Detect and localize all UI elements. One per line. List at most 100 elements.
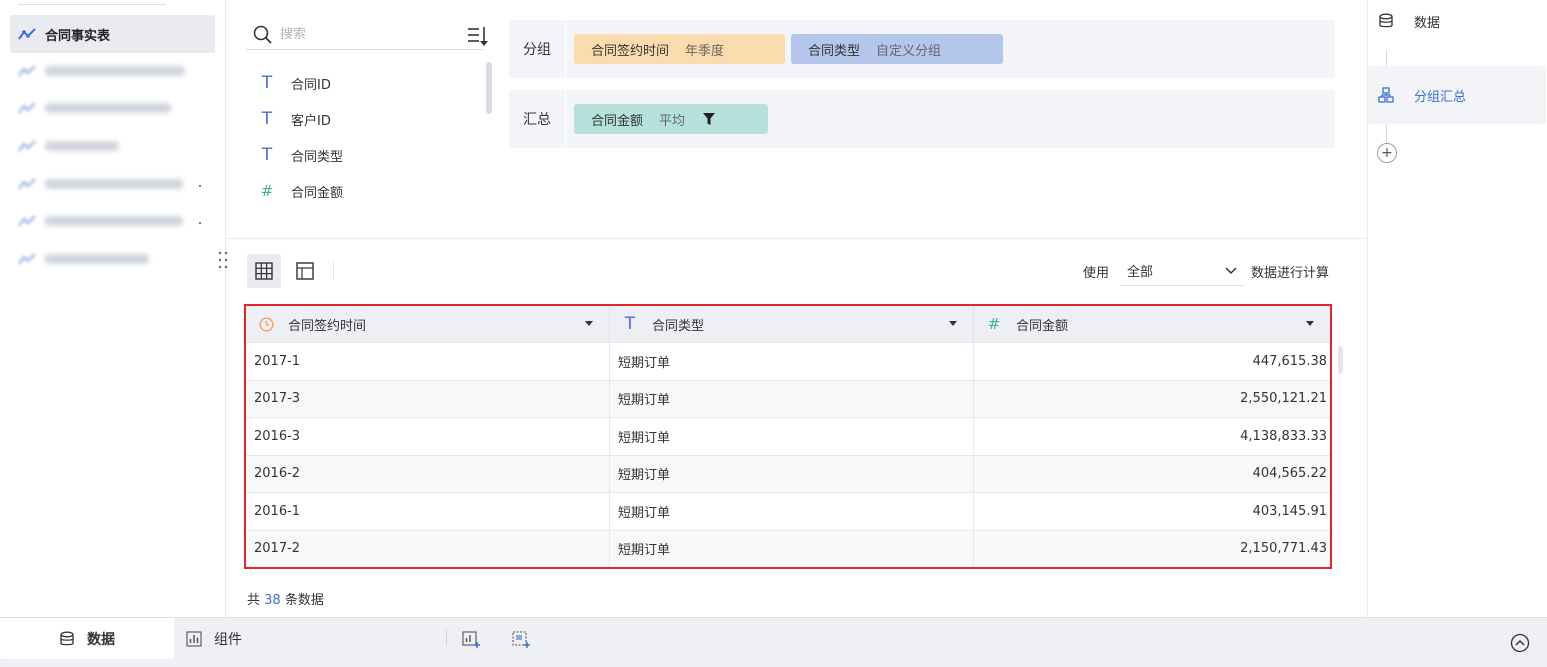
table-item-label: 合同事实表 bbox=[45, 28, 111, 44]
blurred-label bbox=[45, 216, 183, 226]
bottom-divider bbox=[446, 630, 447, 646]
step-connector bbox=[1386, 124, 1387, 144]
table-row[interactable]: 2017-1 短期订单 447,615.38 bbox=[246, 342, 1330, 380]
cell-type: 短期订单 bbox=[610, 418, 974, 455]
add-chart-button[interactable] bbox=[460, 628, 482, 650]
table-row[interactable]: 2016-2 短期订单 404,565.22 bbox=[246, 454, 1330, 492]
filter-icon[interactable] bbox=[703, 113, 716, 125]
caret-down-icon[interactable] bbox=[585, 321, 593, 326]
group-chip-time[interactable]: 合同签约时间 年季度 bbox=[574, 34, 785, 64]
number-type-icon: # bbox=[987, 315, 1001, 333]
field-item[interactable]: T 合同类型 bbox=[258, 142, 343, 168]
caret-down-icon[interactable] bbox=[1306, 321, 1314, 326]
field-item[interactable]: T 合同ID bbox=[258, 70, 331, 96]
overflow-dot bbox=[199, 222, 201, 224]
text-type-icon: T bbox=[261, 73, 273, 93]
search-input[interactable] bbox=[280, 27, 450, 42]
total-suffix: 条数据 bbox=[284, 593, 324, 608]
steps-panel: 数据 分组汇总 + bbox=[1367, 0, 1547, 617]
pivot-view-button[interactable] bbox=[288, 254, 322, 288]
database-icon bbox=[1379, 13, 1393, 28]
group-row: 分组 合同签约时间 年季度 合同类型 自定义分组 bbox=[509, 20, 1335, 78]
add-component-icon bbox=[512, 631, 530, 648]
table-item-active[interactable]: 合同事实表 bbox=[10, 15, 215, 53]
summary-label: 汇总 bbox=[509, 90, 566, 148]
tab-label: 组件 bbox=[214, 631, 242, 648]
drag-handle-icon[interactable] bbox=[218, 251, 228, 269]
step-data[interactable]: 数据 bbox=[1368, 0, 1546, 50]
tab-data[interactable]: 数据 bbox=[0, 618, 174, 659]
row-count: 共 38 条数据 bbox=[247, 589, 324, 608]
table-item[interactable] bbox=[10, 202, 215, 240]
table-item[interactable] bbox=[10, 127, 215, 165]
field-item[interactable]: # 合同金额 bbox=[258, 178, 343, 204]
column-header-amount[interactable]: # 合同金额 bbox=[974, 306, 1330, 342]
bar-chart-icon bbox=[186, 630, 202, 647]
summary-chip-amount[interactable]: 合同金额 平均 bbox=[574, 104, 768, 134]
column-header-time[interactable]: 合同签约时间 bbox=[246, 306, 610, 342]
table-scrollbar[interactable] bbox=[1338, 346, 1343, 374]
data-scope-select[interactable]: 全部 bbox=[1120, 256, 1244, 286]
step-group-summary[interactable]: 分组汇总 bbox=[1368, 66, 1546, 124]
line-chart-icon bbox=[18, 253, 36, 265]
cell-amount: 447,615.38 bbox=[1252, 353, 1327, 369]
column-header-label: 合同类型 bbox=[652, 318, 705, 334]
table-row[interactable]: 2016-1 短期订单 403,145.91 bbox=[246, 492, 1330, 530]
search-icon bbox=[253, 25, 272, 44]
database-icon bbox=[60, 631, 74, 645]
step-connector bbox=[1386, 50, 1387, 66]
fields-scrollbar[interactable] bbox=[486, 62, 492, 114]
line-chart-icon bbox=[18, 178, 36, 190]
group-chip-type[interactable]: 合同类型 自定义分组 bbox=[791, 34, 1003, 64]
overflow-dot bbox=[199, 185, 201, 187]
table-item[interactable] bbox=[10, 89, 215, 127]
chip-name: 合同签约时间 bbox=[591, 43, 670, 59]
table-row[interactable]: 2017-3 短期订单 2,550,121.21 bbox=[246, 379, 1330, 417]
table-header: 合同签约时间 T 合同类型 # 合同金额 bbox=[246, 306, 1330, 342]
field-item[interactable]: T 客户ID bbox=[258, 106, 331, 132]
cell-type: 短期订单 bbox=[610, 343, 974, 380]
line-chart-icon bbox=[18, 215, 36, 227]
chip-name: 合同金额 bbox=[591, 113, 644, 129]
use-label: 使用 bbox=[1083, 266, 1110, 281]
table-row[interactable]: 2016-3 短期订单 4,138,833.33 bbox=[246, 417, 1330, 455]
text-type-icon: T bbox=[261, 145, 273, 165]
cell-time: 2016-1 bbox=[246, 493, 610, 530]
cell-time: 2017-3 bbox=[246, 380, 610, 417]
toolbar-divider bbox=[333, 262, 334, 280]
field-label: 合同类型 bbox=[291, 149, 344, 165]
chevron-down-icon bbox=[1225, 267, 1237, 275]
sort-icon[interactable] bbox=[466, 24, 492, 48]
calc-label: 数据进行计算 bbox=[1251, 266, 1330, 281]
caret-down-icon[interactable] bbox=[949, 321, 957, 326]
blurred-label bbox=[45, 103, 171, 113]
step-label: 数据 bbox=[1414, 15, 1441, 31]
blurred-label bbox=[45, 254, 149, 264]
data-preview-table: 合同签约时间 T 合同类型 # 合同金额 2017-1 短期订单 447,615… bbox=[244, 304, 1332, 569]
table-row[interactable]: 2017-2 短期订单 2,150,771.43 bbox=[246, 529, 1330, 567]
section-divider bbox=[226, 238, 1367, 239]
table-item[interactable] bbox=[10, 52, 215, 90]
collapse-up-icon[interactable] bbox=[1510, 633, 1530, 653]
column-header-type[interactable]: T 合同类型 bbox=[610, 306, 974, 342]
table-item[interactable] bbox=[10, 165, 215, 203]
tab-label: 数据 bbox=[87, 631, 115, 648]
clock-icon bbox=[258, 316, 274, 332]
fields-panel: T 合同ID T 客户ID T 合同类型 # 合同金额 bbox=[226, 0, 498, 238]
field-label: 客户ID bbox=[291, 113, 331, 129]
add-filter-component-button[interactable] bbox=[510, 628, 532, 650]
cell-time: 2017-1 bbox=[246, 343, 610, 380]
tab-components[interactable]: 组件 bbox=[186, 618, 242, 659]
add-step-button[interactable]: + bbox=[1377, 143, 1397, 163]
grid-view-button[interactable] bbox=[247, 254, 281, 288]
cell-time: 2017-2 bbox=[246, 530, 610, 567]
cell-type: 短期订单 bbox=[610, 493, 974, 530]
text-type-icon: T bbox=[261, 109, 273, 129]
group-label: 分组 bbox=[509, 20, 566, 78]
cell-type: 短期订单 bbox=[610, 380, 974, 417]
field-search[interactable] bbox=[246, 20, 484, 50]
table-item[interactable] bbox=[10, 240, 215, 278]
cell-amount: 403,145.91 bbox=[1252, 503, 1327, 519]
line-chart-icon bbox=[18, 102, 36, 114]
chip-sub: 平均 bbox=[659, 113, 686, 129]
